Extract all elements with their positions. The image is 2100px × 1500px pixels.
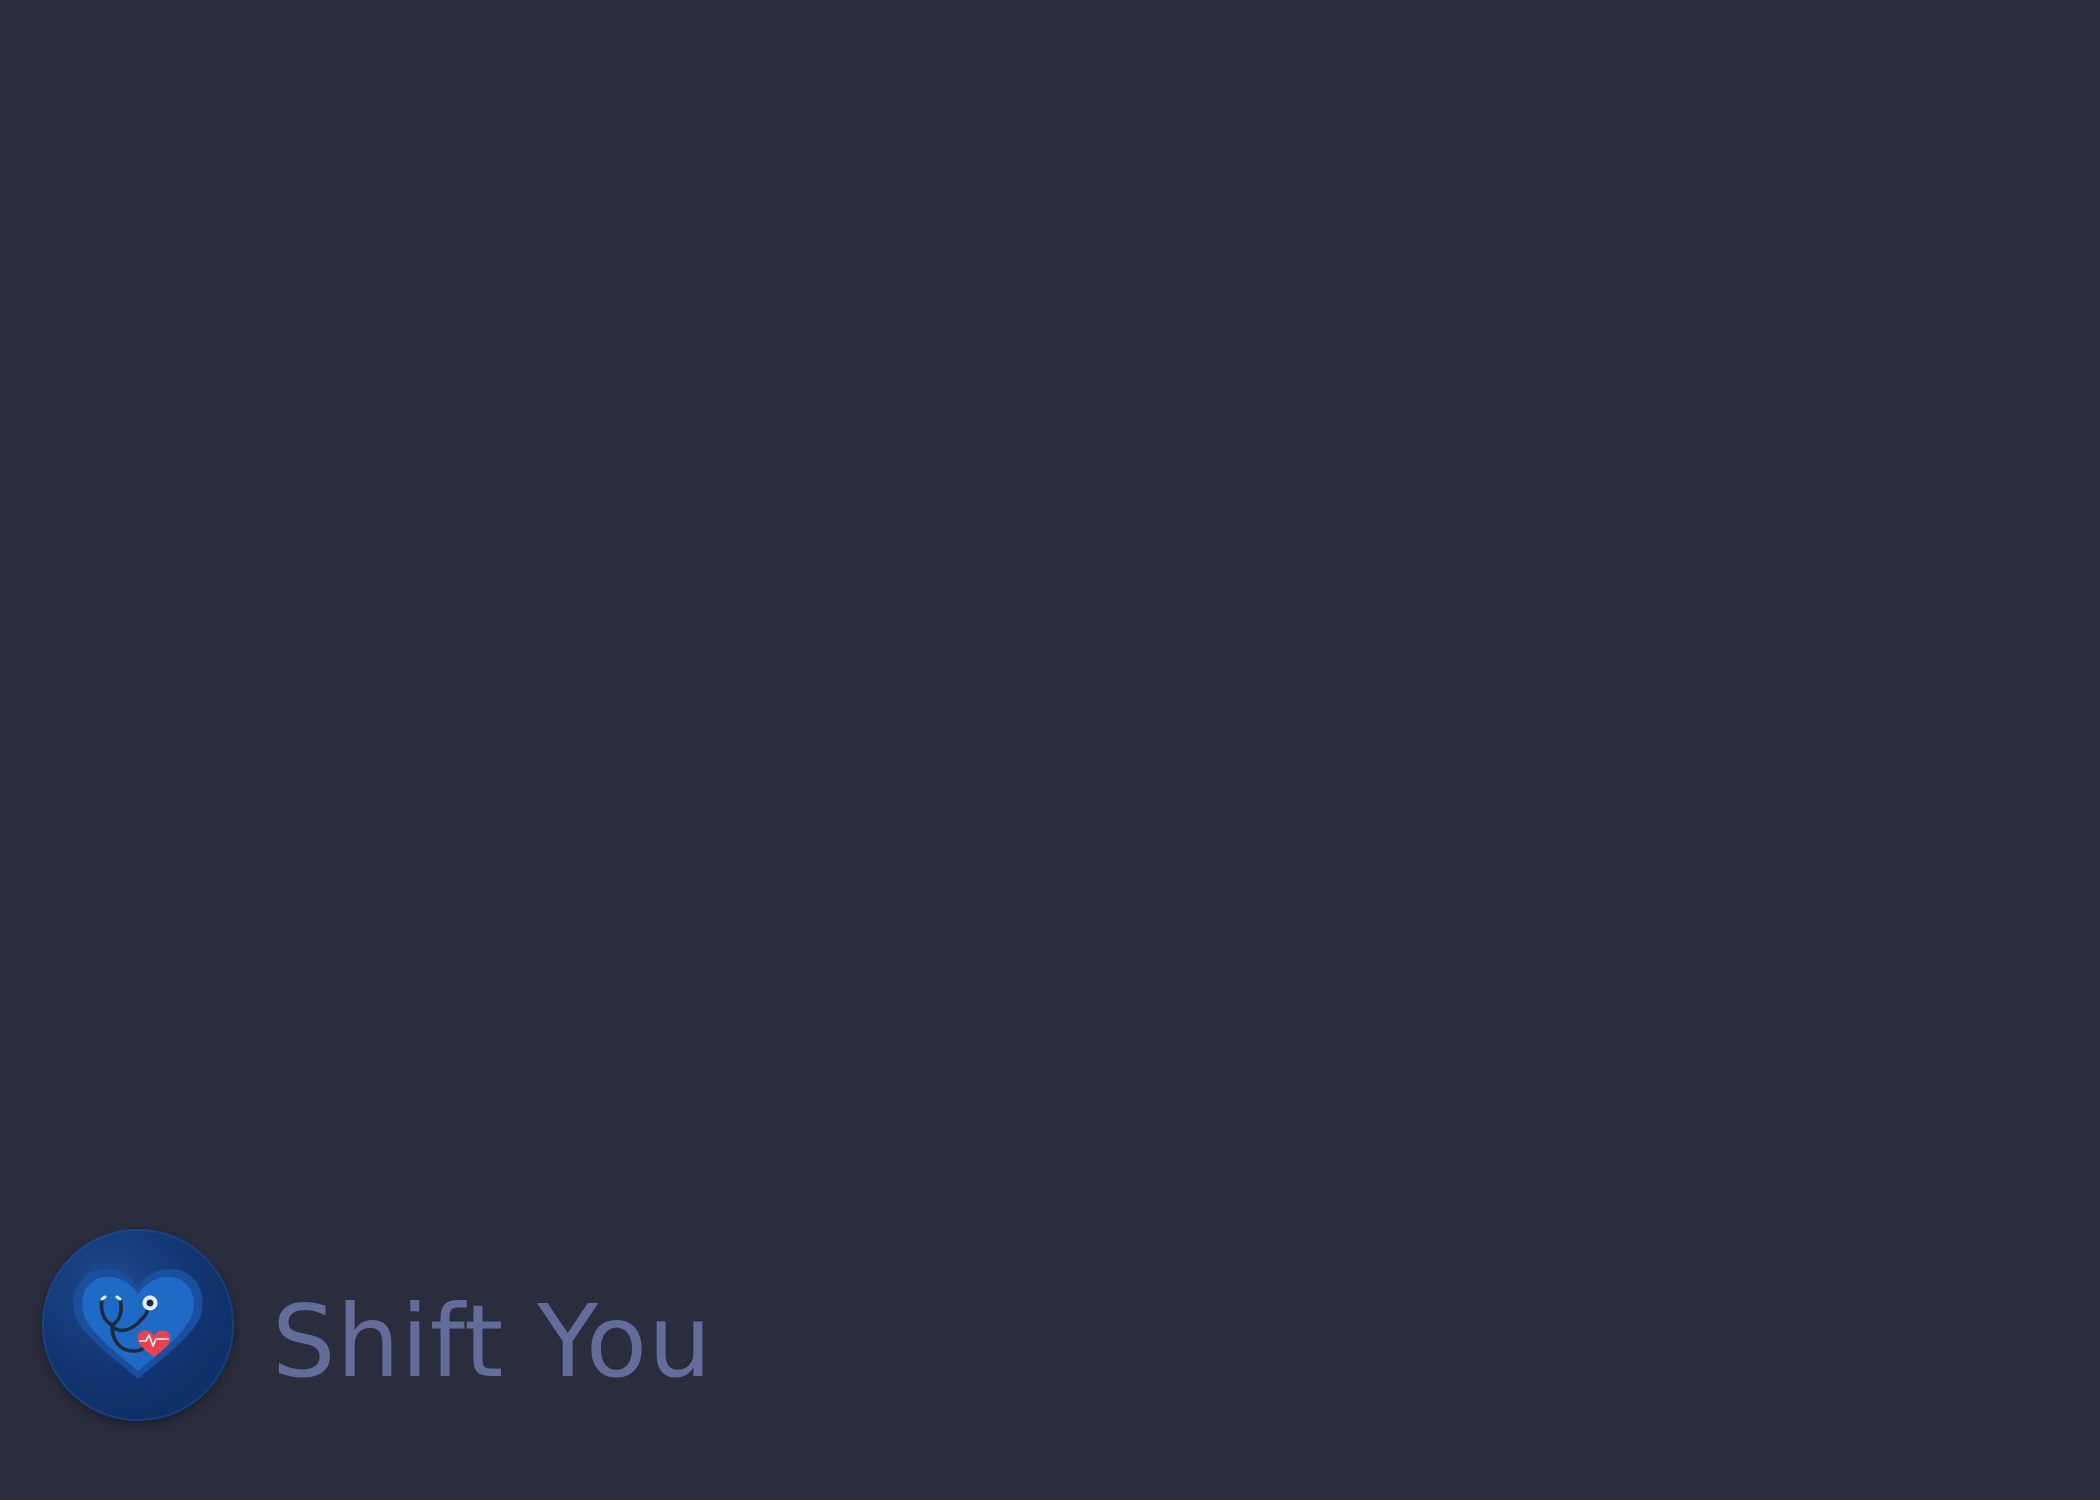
app-logo	[42, 1229, 234, 1421]
app-title: Shift You	[272, 1283, 713, 1400]
splash-screen: Shift You	[0, 0, 2100, 1500]
heart-stethoscope-icon	[73, 1268, 203, 1379]
app-branding: Shift You	[42, 1229, 712, 1421]
